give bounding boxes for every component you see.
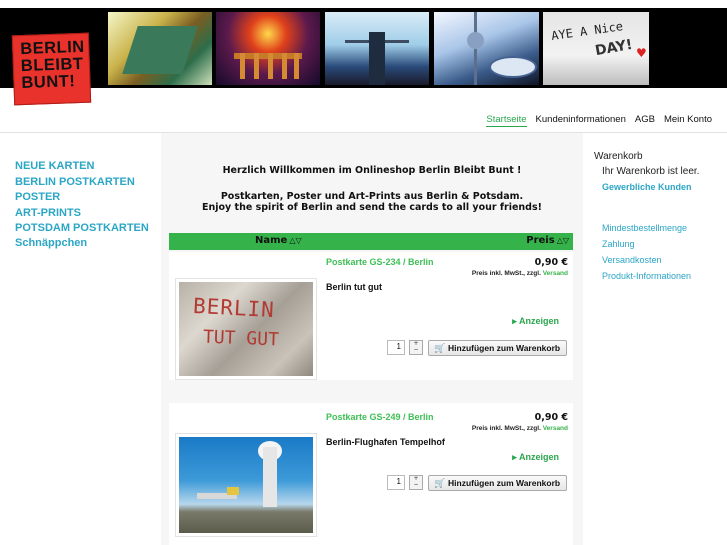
- image-graffiti-text: BERLIN: [192, 293, 276, 323]
- category-potsdam-postkarten[interactable]: POTSDAM POSTKARTEN: [15, 222, 149, 234]
- nav-mein-konto[interactable]: Mein Konto: [664, 114, 712, 127]
- category-poster[interactable]: POSTER: [15, 191, 60, 203]
- cart-icon: 🛒: [434, 478, 446, 488]
- quantity-stepper[interactable]: + −: [409, 340, 423, 355]
- sort-icon[interactable]: △▽: [557, 236, 569, 245]
- top-navigation: Startseite Kundeninformationen AGB Mein …: [486, 114, 712, 127]
- image-graffiti-text-2: TUT GUT: [202, 326, 280, 351]
- header-photo-tv-tower: [434, 12, 539, 85]
- product-image[interactable]: BERLIN TUT GUT: [175, 278, 317, 380]
- nav-startseite[interactable]: Startseite: [486, 114, 527, 127]
- info-link-zahlung[interactable]: Zahlung: [602, 239, 635, 249]
- product-title-link[interactable]: Postkarte GS-249 / Berlin: [326, 412, 434, 422]
- quantity-stepper[interactable]: + −: [409, 475, 423, 490]
- header-photo-building: [108, 12, 212, 85]
- info-link-produkt-informationen[interactable]: Produkt-Informationen: [602, 271, 691, 281]
- product-title-link[interactable]: Postkarte GS-234 / Berlin: [326, 257, 434, 267]
- info-link-versandkosten[interactable]: Versandkosten: [602, 255, 662, 265]
- sort-by-price[interactable]: Preis △▽: [526, 235, 569, 246]
- welcome-text-2: Enjoy the spirit of Berlin and send the …: [202, 202, 542, 213]
- graffiti-text-day: DAY!: [593, 36, 634, 60]
- product-item: Postkarte GS-234 / Berlin 0,90 € Preis i…: [169, 252, 573, 380]
- welcome-heading: Herzlich Willkommen im Onlineshop Berlin…: [222, 165, 522, 176]
- add-to-cart-button[interactable]: 🛒 Hinzufügen zum Warenkorb: [428, 475, 567, 491]
- add-to-cart-button[interactable]: 🛒 Hinzufügen zum Warenkorb: [428, 340, 567, 356]
- site-logo[interactable]: BERLIN BLEIBT BUNT!: [11, 32, 92, 106]
- cart-title: Warenkorb: [594, 151, 643, 162]
- price-note: Preis inkl. MwSt., zzgl. Versand: [471, 270, 568, 277]
- category-schnaeppchen[interactable]: Schnäppchen: [15, 237, 87, 249]
- nav-agb[interactable]: AGB: [635, 114, 655, 127]
- product-price: 0,90 €: [534, 412, 568, 423]
- product-description: Berlin tut gut: [326, 282, 382, 292]
- logo-line-3: BUNT!: [21, 72, 76, 93]
- product-description: Berlin-Flughafen Tempelhof: [326, 437, 445, 447]
- header-photo-graffiti: AYE A Nice DAY! ♥: [543, 12, 649, 85]
- category-berlin-postkarten[interactable]: BERLIN POSTKARTEN: [15, 176, 135, 188]
- header-photo-brandenburg-gate: [216, 12, 320, 85]
- listing-header-bar: Name △▽ Preis △▽: [169, 233, 573, 250]
- business-customers-link[interactable]: Gewerbliche Kunden: [602, 182, 692, 192]
- category-sidebar: NEUE KARTEN BERLIN POSTKARTEN POSTER ART…: [0, 133, 161, 545]
- shipping-link[interactable]: Versand: [543, 425, 568, 432]
- main-content: Herzlich Willkommen im Onlineshop Berlin…: [161, 133, 583, 545]
- product-price: 0,90 €: [534, 257, 568, 268]
- show-details-link[interactable]: ▸ Anzeigen: [512, 452, 559, 463]
- shipping-link[interactable]: Versand: [543, 270, 568, 277]
- category-neue-karten[interactable]: NEUE KARTEN: [15, 160, 94, 172]
- show-details-link[interactable]: ▸ Anzeigen: [512, 316, 559, 327]
- welcome-text-1: Postkarten, Poster und Art-Prints aus Be…: [220, 191, 524, 202]
- sort-by-name[interactable]: Name △▽: [255, 235, 302, 246]
- category-art-prints[interactable]: ART-PRINTS: [15, 207, 81, 219]
- heart-icon: ♥: [636, 46, 647, 60]
- header-photo-sculpture: [325, 12, 429, 85]
- quantity-input[interactable]: 1: [387, 475, 405, 490]
- right-sidebar: Warenkorb Ihr Warenkorb ist leer. Gewerb…: [583, 133, 727, 545]
- quantity-input[interactable]: 1: [387, 340, 405, 355]
- price-note: Preis inkl. MwSt., zzgl. Versand: [471, 425, 568, 432]
- product-item: Postkarte GS-249 / Berlin 0,90 € Preis i…: [169, 403, 573, 545]
- info-link-mindestbestellmenge[interactable]: Mindestbestellmenge: [602, 223, 687, 233]
- cart-icon: 🛒: [434, 343, 446, 353]
- nav-kundeninformationen[interactable]: Kundeninformationen: [536, 114, 626, 127]
- cart-empty-text: Ihr Warenkorb ist leer.: [602, 166, 700, 177]
- product-image[interactable]: [175, 433, 317, 537]
- header-top-strip: [0, 0, 727, 8]
- sort-icon[interactable]: △▽: [289, 236, 301, 245]
